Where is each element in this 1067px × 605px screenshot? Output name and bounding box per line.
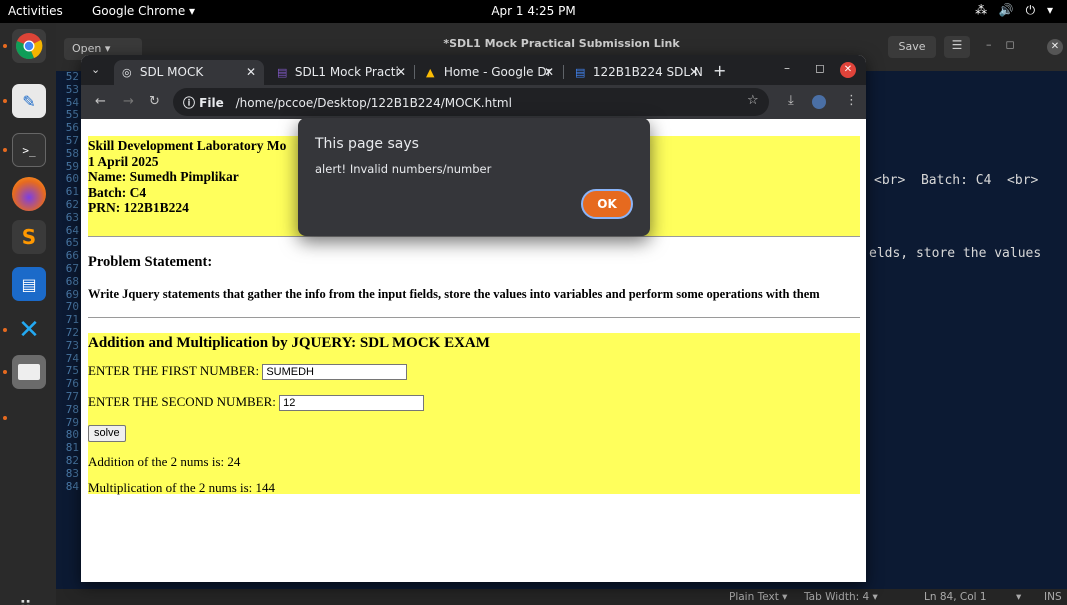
system-tray[interactable]: ⁂ 🔊 ⏻ ▾ <box>975 3 1057 18</box>
bookmark-star-icon[interactable]: ☆ <box>747 93 759 108</box>
clock[interactable]: Apr 1 4:25 PM <box>0 4 1067 18</box>
solve-button[interactable]: solve <box>88 425 126 442</box>
divider <box>88 236 860 237</box>
document-icon[interactable]: ▤ <box>12 267 46 301</box>
save-button[interactable]: Save <box>888 36 936 58</box>
alert-message: alert! Invalid numbers/number <box>315 162 492 176</box>
multiplication-result: Multiplication of the 2 nums is: 144 <box>88 480 276 495</box>
tab-label: 122B1B224 SDL N <box>592 65 703 79</box>
chevron-down-icon[interactable]: ▾ <box>1016 591 1021 603</box>
divider <box>88 317 860 318</box>
window-controls[interactable]: –◻ <box>986 38 1029 51</box>
tab-sdl-mock[interactable]: ◎ SDL MOCK ✕ <box>114 60 264 85</box>
url-text: /home/pccoe/Desktop/122B1B224/MOCK.html <box>235 96 512 110</box>
close-window-icon[interactable]: ✕ <box>840 62 856 78</box>
close-icon[interactable]: ✕ <box>1047 39 1063 55</box>
show-apps-icon[interactable]: ⠿ <box>19 598 32 605</box>
first-number-row: ENTER THE FIRST NUMBER: SUMEDH <box>88 363 408 381</box>
code-line[interactable]: elds, store the values <box>869 246 1041 261</box>
reload-icon[interactable]: ↻ <box>149 94 160 109</box>
firefox-icon[interactable] <box>12 177 46 211</box>
tab-separator <box>563 65 564 79</box>
gnome-top-bar: Activities Google Chrome ▾ Apr 1 4:25 PM… <box>0 0 1067 23</box>
tab-strip: ⌄ ◎ SDL MOCK ✕ ▤ SDL1 Mock Practi ✕ ▲ Ho… <box>81 55 866 85</box>
close-tab-icon[interactable]: ✕ <box>544 65 554 79</box>
calculator-box: Addition and Multiplication by JQUERY: S… <box>88 333 860 495</box>
globe-icon: ◎ <box>122 66 132 79</box>
running-indicator <box>3 99 7 103</box>
chrome-icon[interactable] <box>12 29 46 63</box>
tab-separator <box>414 65 415 79</box>
running-indicator <box>3 148 7 152</box>
profile-avatar[interactable] <box>812 95 826 109</box>
terminal-icon[interactable]: >_ <box>12 133 46 167</box>
new-tab-icon[interactable]: + <box>713 61 726 80</box>
close-tab-icon[interactable]: ✕ <box>396 65 406 79</box>
second-number-label: ENTER THE SECOND NUMBER: <box>88 394 276 409</box>
back-icon[interactable]: ← <box>95 94 106 109</box>
second-number-row: ENTER THE SECOND NUMBER: 12 <box>88 394 425 412</box>
ok-button[interactable]: OK <box>581 189 633 219</box>
desktop: Activities Google Chrome ▾ Apr 1 4:25 PM… <box>0 0 1067 605</box>
running-indicator <box>3 416 7 420</box>
first-number-input[interactable]: SUMEDH <box>262 364 408 381</box>
text-editor-icon[interactable]: ✎ <box>12 84 46 118</box>
tab-label: SDL MOCK <box>139 65 204 79</box>
tab-google-drive[interactable]: ▲ Home - Google Dr ✕ <box>418 60 562 85</box>
cursor-position[interactable]: Ln 84, Col 1 <box>924 591 987 603</box>
kebab-menu-icon[interactable]: ⋮ <box>845 93 858 108</box>
hamburger-menu-icon[interactable]: ☰ <box>944 36 970 58</box>
editor-statusbar: Plain Text ▾ Tab Width: 4 ▾ Ln 84, Col 1… <box>56 589 1067 605</box>
dock: ✎ >_ S ▤ ✕ ⠿ <box>0 23 56 605</box>
tab-122b1b224-sdl[interactable]: ▤ 122B1B224 SDL N ✕ <box>567 60 707 85</box>
addition-result: Addition of the 2 nums is: 24 <box>88 454 241 469</box>
line-numbers: 52 53 54 55 56 57 58 59 60 61 62 63 64 6… <box>65 70 79 493</box>
insert-mode[interactable]: INS <box>1044 591 1062 603</box>
second-number-input[interactable]: 12 <box>279 395 425 412</box>
forms-icon: ▤ <box>277 66 288 79</box>
running-indicator <box>3 328 7 332</box>
vscode-icon[interactable]: ✕ <box>12 313 46 347</box>
chrome-toolbar: ← → ↻ ⓘ File /home/pccoe/Desktop/122B1B2… <box>81 85 866 119</box>
files-icon[interactable] <box>12 355 46 389</box>
alert-title: This page says <box>315 136 419 152</box>
maximize-icon[interactable]: ◻ <box>815 61 825 75</box>
download-icon[interactable]: ⤓ <box>788 93 794 108</box>
alert-dialog: This page says alert! Invalid numbers/nu… <box>298 118 650 236</box>
minimize-icon[interactable]: – <box>784 61 790 75</box>
docs-icon: ▤ <box>575 66 586 79</box>
address-bar[interactable]: ⓘ File /home/pccoe/Desktop/122B1B224/MOC… <box>173 88 769 116</box>
tab-width-selector[interactable]: Tab Width: 4 ▾ <box>804 591 878 603</box>
sublime-text-icon[interactable]: S <box>12 220 46 254</box>
drive-icon: ▲ <box>426 66 435 79</box>
close-tab-icon[interactable]: ✕ <box>246 65 256 79</box>
problem-title: Problem Statement: <box>88 254 213 270</box>
tab-sdl1-mock-practical[interactable]: ▤ SDL1 Mock Practi ✕ <box>269 60 414 85</box>
first-number-label: ENTER THE FIRST NUMBER: <box>88 363 260 378</box>
line-number-gutter: 52 53 54 55 56 57 58 59 60 61 62 63 64 6… <box>56 70 82 579</box>
calculator-title: Addition and Multiplication by JQUERY: S… <box>88 335 490 351</box>
close-tab-icon[interactable]: ✕ <box>689 65 699 79</box>
tab-label: SDL1 Mock Practi <box>294 65 399 79</box>
problem-text: Write Jquery statements that gather the … <box>88 287 820 301</box>
language-selector[interactable]: Plain Text ▾ <box>729 591 787 603</box>
running-indicator <box>3 44 7 48</box>
running-indicator <box>3 370 7 374</box>
site-info-icon[interactable]: ⓘ File <box>183 96 224 110</box>
forward-icon[interactable]: → <box>123 94 134 109</box>
tab-label: Home - Google Dr <box>443 65 552 79</box>
tab-search-icon[interactable]: ⌄ <box>91 63 100 76</box>
code-line[interactable]: <br> Batch: C4 <br> <box>874 173 1038 188</box>
